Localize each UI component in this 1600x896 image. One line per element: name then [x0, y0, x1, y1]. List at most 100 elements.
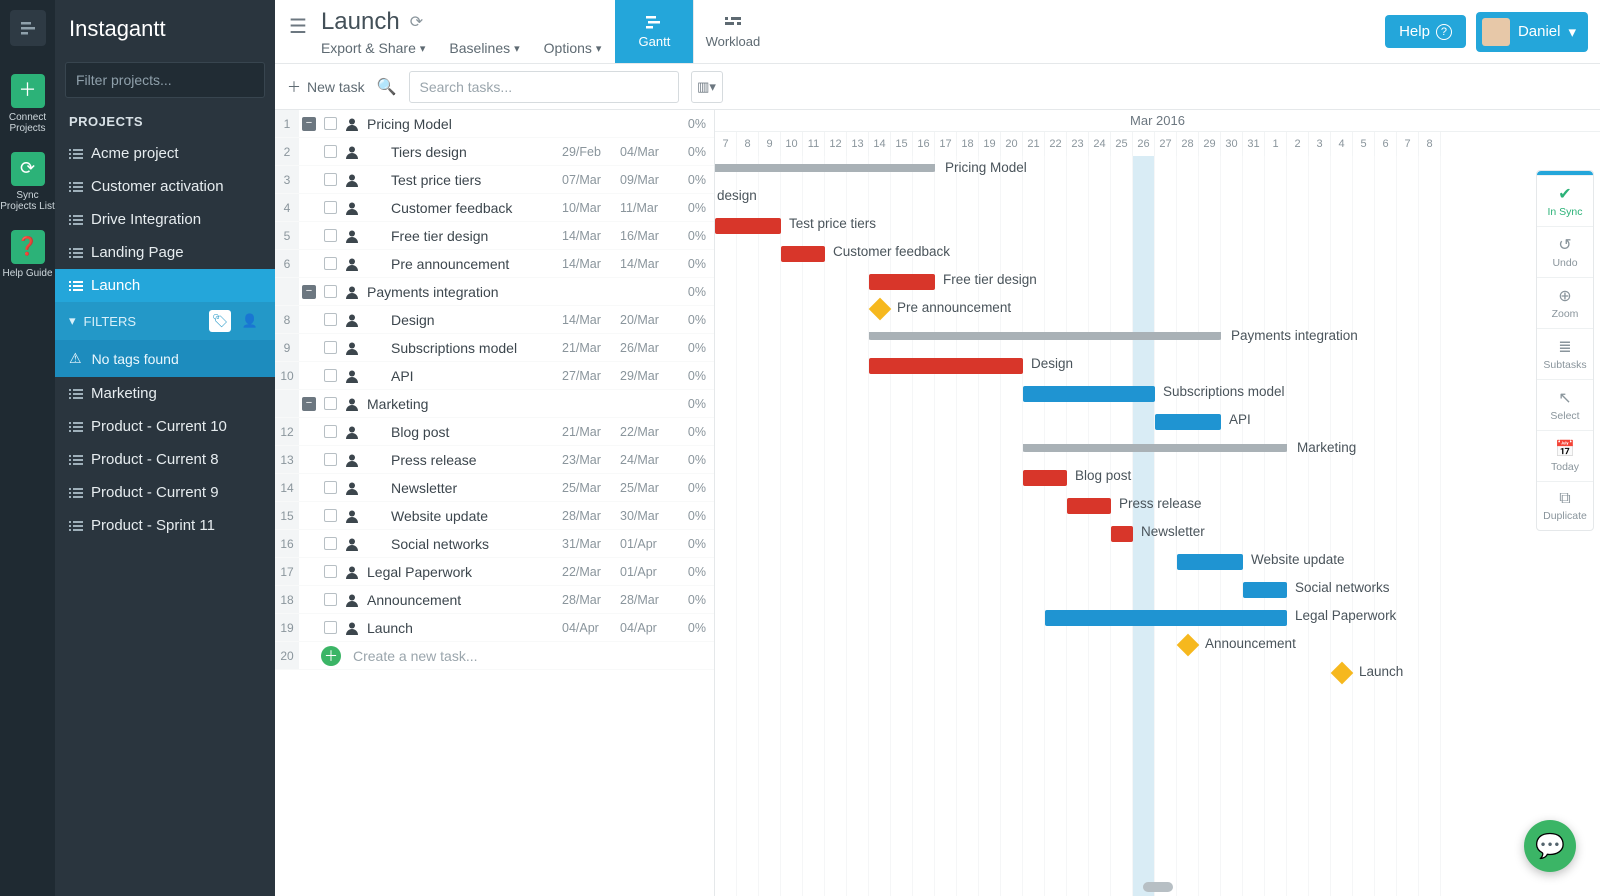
app-logo-icon[interactable] [10, 10, 46, 46]
menu-baselines[interactable]: Baselines [449, 40, 519, 56]
assignee-icon[interactable] [341, 257, 363, 271]
task-name[interactable]: Marketing [363, 396, 562, 412]
task-row[interactable]: 4Customer feedback10/Mar11/Mar0% [275, 194, 714, 222]
horizontal-scrollbar-thumb[interactable] [1143, 882, 1173, 892]
task-name[interactable]: Free tier design [363, 228, 562, 244]
tool-zoom[interactable]: ⊕Zoom [1537, 277, 1593, 328]
task-name[interactable]: Payments integration [363, 284, 562, 300]
task-row[interactable]: 15Website update28/Mar30/Mar0% [275, 502, 714, 530]
task-name[interactable]: Legal Paperwork [363, 564, 562, 580]
milestone-marker[interactable] [1331, 662, 1354, 685]
add-icon[interactable]: ＋ [321, 646, 341, 666]
task-checkbox[interactable] [319, 145, 341, 158]
task-checkbox[interactable] [319, 257, 341, 270]
task-checkbox[interactable] [319, 397, 341, 410]
task-row[interactable]: 3Test price tiers07/Mar09/Mar0% [275, 166, 714, 194]
task-bar[interactable] [869, 358, 1023, 374]
assignee-icon[interactable] [341, 313, 363, 327]
assignee-icon[interactable] [341, 537, 363, 551]
task-bar[interactable] [1243, 582, 1287, 598]
assignee-icon[interactable] [341, 173, 363, 187]
search-tasks-input[interactable]: Search tasks... [409, 71, 679, 103]
sidebar-item-product-sprint-11[interactable]: Product - Sprint 11 [55, 509, 275, 542]
group-bar[interactable] [1023, 444, 1287, 452]
task-row[interactable]: 12Blog post21/Mar22/Mar0% [275, 418, 714, 446]
task-checkbox[interactable] [319, 621, 341, 634]
task-row[interactable]: 13Press release23/Mar24/Mar0% [275, 446, 714, 474]
task-row[interactable]: 16Social networks31/Mar01/Apr0% [275, 530, 714, 558]
task-row[interactable]: 14Newsletter25/Mar25/Mar0% [275, 474, 714, 502]
user-menu[interactable]: Daniel ▾ [1476, 12, 1588, 52]
search-icon[interactable]: 🔍 [377, 77, 397, 97]
task-name[interactable]: Pricing Model [363, 116, 562, 132]
task-checkbox[interactable] [319, 117, 341, 130]
task-name[interactable]: Blog post [363, 424, 562, 440]
task-checkbox[interactable] [319, 313, 341, 326]
group-toggle[interactable]: − [299, 397, 319, 411]
task-row[interactable]: 5Free tier design14/Mar16/Mar0% [275, 222, 714, 250]
task-checkbox[interactable] [319, 173, 341, 186]
assignee-icon[interactable] [341, 565, 363, 579]
task-bar[interactable] [869, 274, 935, 290]
task-name[interactable]: Press release [363, 452, 562, 468]
task-bar[interactable] [1023, 470, 1067, 486]
task-bar[interactable] [1023, 386, 1155, 402]
sidebar-item-product-current-10[interactable]: Product - Current 10 [55, 410, 275, 443]
milestone-marker[interactable] [1177, 634, 1200, 657]
chat-fab[interactable]: 💬 [1524, 820, 1576, 872]
tool-undo[interactable]: ↺Undo [1537, 226, 1593, 277]
assignee-icon[interactable] [341, 593, 363, 607]
filter-projects-input[interactable]: Filter projects... [65, 62, 265, 98]
refresh-icon[interactable]: ⟳ [410, 12, 423, 32]
user-filter-icon[interactable]: 👤 [239, 310, 261, 332]
assignee-icon[interactable] [341, 481, 363, 495]
assignee-icon[interactable] [341, 341, 363, 355]
sidebar-item-marketing[interactable]: Marketing [55, 377, 275, 410]
create-task-placeholder[interactable]: Create a new task... [347, 648, 714, 664]
group-toggle[interactable]: − [299, 285, 319, 299]
task-name[interactable]: Website update [363, 508, 562, 524]
tool-subtasks[interactable]: ≣Subtasks [1537, 328, 1593, 379]
assignee-icon[interactable] [341, 621, 363, 635]
task-checkbox[interactable] [319, 425, 341, 438]
assignee-icon[interactable] [341, 369, 363, 383]
task-checkbox[interactable] [319, 537, 341, 550]
group-toggle[interactable]: − [299, 117, 319, 131]
task-bar[interactable] [1045, 610, 1287, 626]
sidebar-item-product-current-8[interactable]: Product - Current 8 [55, 443, 275, 476]
task-checkbox[interactable] [319, 201, 341, 214]
task-row[interactable]: 9Subscriptions model21/Mar26/Mar0% [275, 334, 714, 362]
task-row[interactable]: 10API27/Mar29/Mar0% [275, 362, 714, 390]
task-name[interactable]: Launch [363, 620, 562, 636]
assignee-icon[interactable] [341, 229, 363, 243]
assignee-icon[interactable] [341, 285, 363, 299]
filters-bar[interactable]: ▾FILTERS🏷👤 [55, 302, 275, 340]
menu-options[interactable]: Options [544, 40, 602, 56]
task-row[interactable]: 6Pre announcement14/Mar14/Mar0% [275, 250, 714, 278]
menu-export-share[interactable]: Export & Share [321, 40, 425, 56]
sidebar-item-landing-page[interactable]: Landing Page [55, 236, 275, 269]
task-bar[interactable] [1177, 554, 1243, 570]
task-name[interactable]: Pre announcement [363, 256, 562, 272]
task-row[interactable]: 20＋Create a new task... [275, 642, 714, 670]
task-row[interactable]: 19Launch04/Apr04/Apr0% [275, 614, 714, 642]
task-name[interactable]: Social networks [363, 536, 562, 552]
tab-gantt[interactable]: Gantt [615, 0, 693, 63]
assignee-icon[interactable] [341, 425, 363, 439]
tool-today[interactable]: 📅Today [1537, 430, 1593, 481]
task-bar[interactable] [1155, 414, 1221, 430]
task-name[interactable]: Test price tiers [363, 172, 562, 188]
menu-icon[interactable]: ☰ [289, 8, 307, 39]
task-checkbox[interactable] [319, 341, 341, 354]
assignee-icon[interactable] [341, 117, 363, 131]
sidebar-item-customer-activation[interactable]: Customer activation [55, 170, 275, 203]
task-bar[interactable] [1067, 498, 1111, 514]
task-checkbox[interactable] [319, 509, 341, 522]
task-checkbox[interactable] [319, 565, 341, 578]
task-bar[interactable] [1111, 526, 1133, 542]
task-row[interactable]: −Payments integration0% [275, 278, 714, 306]
milestone-marker[interactable] [869, 298, 892, 321]
group-bar[interactable] [715, 164, 935, 172]
task-name[interactable]: Newsletter [363, 480, 562, 496]
sidebar-item-launch[interactable]: Launch [55, 269, 275, 302]
